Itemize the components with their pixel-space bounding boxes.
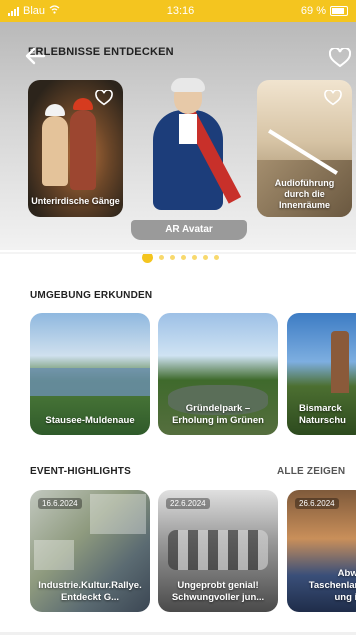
event-label: Ungeprobt genial! Schwungvoller jun...: [171, 580, 265, 603]
experience-card-audio-tour[interactable]: Audioführung durch die Innenräume: [257, 80, 352, 217]
event-date: 26.6.2024: [295, 498, 339, 509]
surroundings-card-bismarck[interactable]: Bismarck Naturschu: [287, 313, 356, 435]
heart-outline-icon[interactable]: [95, 89, 113, 111]
clock: 13:16: [166, 5, 195, 17]
carousel-dot[interactable]: [170, 255, 175, 260]
surroundings-card-stausee[interactable]: Stausee-Muldenaue: [30, 313, 150, 435]
status-bar: Blau 13:16 69 %: [0, 0, 356, 22]
surroundings-label: Gründelpark – Erholung im Grünen: [172, 403, 264, 426]
back-arrow-icon[interactable]: [24, 47, 46, 70]
carrier-name: Blau: [23, 5, 46, 17]
experience-label: Unterirdische Gänge: [31, 196, 120, 206]
experience-label: Audioführung durch die Innenräume: [274, 178, 335, 210]
event-date: 22.6.2024: [166, 498, 210, 509]
battery-percent: 69 %: [300, 5, 326, 17]
surroundings-card-gruendelpark[interactable]: Gründelpark – Erholung im Grünen: [158, 313, 278, 435]
carousel-dot[interactable]: [203, 255, 208, 260]
event-label: Industrie.Kultur.Rallye. Entdeckt G...: [38, 580, 142, 603]
heart-outline-icon[interactable]: [324, 89, 342, 111]
favorite-heart-icon[interactable]: [328, 46, 352, 73]
event-date: 16.6.2024: [38, 498, 82, 509]
experience-label: AR Avatar: [131, 220, 247, 240]
carousel-dot[interactable]: [192, 255, 197, 260]
battery-icon: [329, 6, 348, 16]
experience-card-underground[interactable]: Unterirdische Gänge: [28, 80, 123, 217]
event-card[interactable]: 16.6.2024 Industrie.Kultur.Rallye. Entde…: [30, 490, 150, 612]
carousel-dot[interactable]: [214, 255, 219, 260]
event-card[interactable]: 22.6.2024 Ungeprobt genial! Schwungvolle…: [158, 490, 278, 612]
event-card[interactable]: 26.6.2024 Abwä Taschenlam ung in: [287, 490, 356, 612]
see-all-events-link[interactable]: ALLE ZEIGEN: [277, 466, 345, 477]
surroundings-label: Stausee-Muldenaue: [45, 415, 135, 426]
experience-card-ar-avatar[interactable]: AR Avatar: [131, 70, 247, 240]
carousel-dot[interactable]: [159, 255, 164, 260]
section-title-surroundings: UMGEBUNG ERKUNDEN: [30, 290, 153, 301]
experiences-hero: ERLEBNISSE ENTDECKEN Unterirdische Gänge…: [0, 22, 356, 263]
carousel-dot[interactable]: [181, 255, 186, 260]
divider: [0, 252, 356, 254]
signal-icon: [8, 6, 19, 16]
event-label: Abwä Taschenlam ung in: [308, 568, 356, 603]
section-title-events: EVENT-HIGHLIGHTS: [30, 466, 131, 477]
section-title-experiences: ERLEBNISSE ENTDECKEN: [28, 46, 174, 58]
wifi-icon: [49, 5, 60, 17]
surroundings-label: Bismarck Naturschu: [299, 403, 346, 426]
